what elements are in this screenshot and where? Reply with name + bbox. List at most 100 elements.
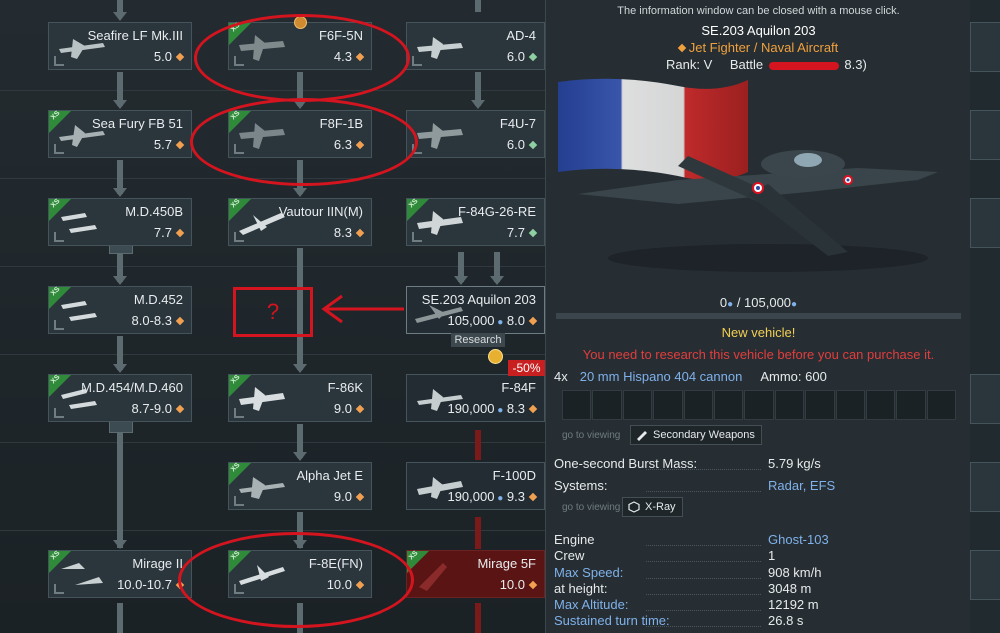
vehicle-class: Jet Fighter / Naval Aircraft (546, 40, 971, 55)
battle-rating: 6.0 (507, 49, 538, 64)
redaction-scribble (768, 61, 839, 70)
new-vehicle-label: New vehicle! (721, 325, 796, 340)
goto-viewing-label: go to viewing (562, 502, 621, 513)
arrow-down-icon (113, 364, 127, 373)
annotation-circle (178, 532, 414, 628)
row-divider (0, 530, 545, 531)
vehicle-card-seafury[interactable]: XS Sea Fury FB 51 5.7 (48, 110, 192, 158)
stat-value: 1 (768, 548, 776, 563)
stat-label[interactable]: Max Speed: (554, 565, 623, 580)
row-divider (0, 354, 545, 355)
arrow-down-icon (293, 364, 307, 373)
stat-value: 26.8 s (768, 613, 804, 628)
type-marker-icon (234, 496, 244, 506)
vehicle-card-md454[interactable]: XS M.D.454/M.D.460 8.7-9.0 (48, 374, 192, 422)
vehicle-card-partial[interactable] (970, 22, 1000, 72)
annotation-question-box: ? (233, 287, 313, 337)
arrow-down-icon (113, 276, 127, 285)
vehicle-card-f4u[interactable]: F4U-7 6.0 (406, 110, 545, 158)
timer-icon (488, 349, 503, 364)
vehicle-name: F-86K (327, 380, 363, 395)
arrow-down-icon (113, 540, 127, 549)
arrow-down-icon (113, 188, 127, 197)
vehicle-card-mirage2[interactable]: XS Mirage II 10.0-10.7 (48, 550, 192, 598)
stat-value[interactable]: Radar, EFS (768, 478, 835, 493)
vehicle-card-mirage5f[interactable]: XS Mirage 5F 10.0 (406, 550, 545, 598)
vehicle-name: Mirage 5F (477, 556, 536, 571)
vehicle-card-se203[interactable]: SE.203 Aquilon 203 105,000 ● 8.0 (406, 286, 545, 334)
arrow-down-icon (490, 276, 504, 285)
xray-button[interactable]: X-Ray (622, 497, 683, 517)
vehicle-card-f84f[interactable]: F-84F 190,000 ● 8.3 (406, 374, 545, 422)
vehicle-card-f84g[interactable]: XS F-84G-26-RE 7.7 (406, 198, 545, 246)
arrow-down-icon (293, 188, 307, 197)
type-marker-icon (54, 320, 64, 330)
discount-badge: -50% (508, 360, 545, 376)
secondary-weapons-button[interactable]: Secondary Weapons (630, 425, 762, 445)
locked-connector (475, 517, 481, 549)
vehicle-name: Seafire LF Mk.III (87, 28, 183, 43)
next-column-strip (970, 0, 1000, 633)
vehicle-card-alpha[interactable]: XS Alpha Jet E 9.0 (228, 462, 372, 510)
weapon-slots (562, 390, 957, 420)
research-progress-bar (556, 313, 961, 319)
tree-connector (117, 603, 123, 633)
vehicle-card-partial[interactable] (970, 550, 1000, 600)
vehicle-card-ad4[interactable]: AD-4 6.0 (406, 22, 545, 70)
type-marker-icon (54, 232, 64, 242)
vehicle-name: AD-4 (506, 28, 536, 43)
battle-rating: 7.7 (154, 225, 185, 240)
arrow-down-icon (454, 276, 468, 285)
xray-cube-icon (628, 501, 640, 513)
stat-label: Engine (554, 532, 595, 547)
stat-value: 3048 m (768, 581, 812, 596)
locked-connector (475, 430, 481, 460)
vehicle-name: F-84F (501, 380, 536, 395)
vehicle-name: M.D.452 (133, 292, 183, 307)
battle-rating: 5.7 (154, 137, 185, 152)
type-marker-icon (54, 144, 64, 154)
stat-label: Crew (554, 548, 585, 563)
vehicle-card-md450b[interactable]: XS M.D.450B 7.7 (48, 198, 192, 246)
vehicle-name: M.D.454/M.D.460 (81, 380, 183, 395)
vehicle-card-partial[interactable] (970, 198, 1000, 248)
arrow-down-icon (113, 12, 127, 21)
vehicle-card-partial[interactable] (970, 374, 1000, 424)
battle-rating: 9.0 (334, 489, 365, 504)
stat-value: 12192 m (768, 597, 819, 612)
vehicle-card-partial[interactable] (970, 462, 1000, 512)
vehicle-card-f86k[interactable]: XS F-86K 9.0 (228, 374, 372, 422)
vehicle-card-seafire[interactable]: Seafire LF Mk.III 5.0 (48, 22, 192, 70)
close-hint: The information window can be closed wit… (617, 5, 900, 17)
stat-label: at height: (554, 581, 608, 596)
research-warning: You need to research this vehicle before… (582, 347, 935, 362)
dotted-leader (646, 545, 761, 546)
dotted-leader (646, 594, 761, 595)
battle-rating: 105,000 ● 8.0 (447, 313, 538, 328)
vehicle-name: SE.203 Aquilon 203 (421, 292, 536, 307)
vehicle-card-vautour[interactable]: XS Vautour IIN(M) 8.3 (228, 198, 372, 246)
battle-rating: 10.0-10.7 (117, 577, 185, 592)
vehicle-name: F-100D (492, 468, 536, 483)
weapon-row: 4x 20 mm Hispano 404 cannon Ammo: 600 (554, 369, 827, 384)
battle-rating: 8.7-9.0 (132, 401, 185, 416)
stat-value[interactable]: Ghost-103 (768, 532, 829, 547)
battle-rating: 6.0 (507, 137, 538, 152)
research-button[interactable]: Research (451, 333, 505, 347)
vehicle-name: F4U-7 (499, 116, 536, 131)
tree-connector (117, 0, 123, 12)
type-marker-icon (234, 232, 244, 242)
folder-expand-icon[interactable] (109, 421, 133, 433)
stat-value: 5.79 kg/s (768, 456, 821, 471)
annotation-circle (190, 98, 418, 186)
vehicle-card-md452[interactable]: XS M.D.452 8.0-8.3 (48, 286, 192, 334)
stat-label[interactable]: Max Altitude: (554, 597, 628, 612)
vehicle-card-f100d[interactable]: F-100D 190,000 ● 9.3 (406, 462, 545, 510)
vehicle-card-partial[interactable] (970, 110, 1000, 160)
vehicle-rank: Rank: V Battle 8.3) (666, 57, 867, 72)
dotted-leader (646, 469, 761, 470)
type-marker-icon (412, 56, 422, 66)
vehicle-info-panel[interactable]: The information window can be closed wit… (545, 0, 971, 633)
arrow-down-icon (471, 100, 485, 109)
battle-rating: 7.7 (507, 225, 538, 240)
